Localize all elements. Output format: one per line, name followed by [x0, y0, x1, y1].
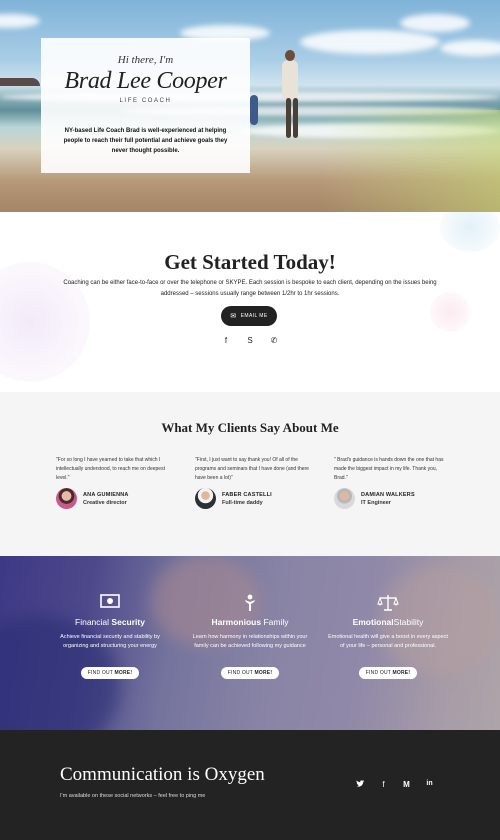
get-started-description: Coaching can be either face-to-face or o…	[63, 280, 437, 297]
title-text: What My	[161, 420, 215, 435]
testimonial-role: IT Engineer	[361, 500, 391, 506]
cloud	[0, 14, 40, 28]
money-icon	[48, 594, 172, 612]
footer-section: Communication is Oxygen I'm available on…	[0, 730, 500, 840]
testimonial-role: Full-time daddy	[222, 500, 263, 506]
testimonial-author: FABER CASTELLI Full-time daddy	[195, 488, 310, 510]
cloud	[400, 14, 470, 32]
testimonial-quote: "First, I just want to say thank you! Of…	[195, 457, 309, 481]
scales-icon-graphic	[377, 595, 399, 611]
linkedin-icon[interactable]: in	[425, 780, 434, 790]
child-figure	[250, 95, 258, 125]
value-title: EmotionalStability	[326, 617, 450, 627]
testimonial-quote: "For so long I have yearned to take that…	[56, 457, 165, 481]
avatar	[56, 488, 77, 509]
find-out-more-button[interactable]: FIND OUT MORE!	[220, 667, 280, 679]
value-card-emotional: EmotionalStability Emotional health will…	[326, 594, 450, 679]
title-bold-text: Clients	[217, 420, 257, 435]
testimonial-name: FABER CASTELLI	[222, 492, 272, 498]
facebook-icon[interactable]: f	[379, 780, 388, 790]
avatar	[195, 488, 216, 509]
cloud	[300, 30, 440, 54]
sand-tint	[320, 110, 500, 212]
value-title-text: Stability	[393, 617, 424, 627]
testimonial-name: DAMIAN WALKERS	[361, 492, 415, 498]
twitter-icon[interactable]	[356, 780, 365, 790]
button-bold-text: MORE!	[114, 670, 133, 676]
testimonials-title: What My Clients Say About Me	[0, 420, 500, 436]
testimonial-card: "First, I just want to say thank you! Of…	[195, 456, 310, 509]
family-icon-graphic	[245, 594, 255, 611]
facebook-icon[interactable]: f	[221, 336, 231, 348]
hero-role: LIFE COACH	[119, 98, 172, 104]
get-started-section: Get Started Today! Coaching can be eithe…	[0, 212, 500, 392]
person-figure	[282, 60, 298, 100]
footer-subtitle: I'm available on these social networks –…	[60, 793, 206, 799]
value-title-text: Financial	[75, 617, 110, 627]
value-description: Learn how harmony in relationships withi…	[192, 634, 308, 649]
person-figure	[293, 98, 298, 138]
find-out-more-button[interactable]: FIND OUT MORE!	[80, 667, 140, 679]
testimonial-role: Creative director	[83, 500, 127, 506]
decorative-blob	[440, 212, 500, 252]
title-bold-text: Today	[273, 250, 329, 274]
testimonial-author: ANA GUMIENNA Creative director	[56, 488, 171, 510]
skype-icon[interactable]: S	[245, 336, 255, 348]
whatsapp-icon[interactable]: ✆	[269, 336, 279, 348]
testimonial-author: DAMIAN WALKERS IT Engineer	[334, 488, 449, 510]
email-me-button[interactable]: ✉ EMAIL ME	[221, 306, 277, 326]
cloud	[440, 40, 500, 56]
money-icon-graphic	[100, 594, 120, 608]
contact-social-links: f S ✆	[0, 336, 500, 348]
headland	[0, 78, 40, 86]
scales-icon	[326, 594, 450, 612]
button-bold-text: MORE!	[254, 670, 273, 676]
value-card-family: Harmonious Family Learn how harmony in r…	[188, 594, 312, 679]
hero-card: Hi there, I'm Brad Lee Cooper LIFE COACH…	[41, 38, 250, 173]
get-started-title: Get Started Today!	[0, 250, 500, 275]
hero-greeting: Hi there, I'm	[117, 54, 174, 66]
value-card-financial: Financial Security Achieve financial sec…	[48, 594, 172, 679]
value-title-bold: Emotional	[352, 617, 394, 627]
title-end-text: Say About Me	[259, 420, 339, 435]
avatar	[334, 488, 355, 509]
family-icon	[188, 594, 312, 612]
value-title-bold: Harmonious	[211, 617, 262, 627]
envelope-icon: ✉	[230, 313, 237, 320]
testimonial-card: " Brad's guidance is hands down the one …	[334, 456, 449, 509]
value-title-text: Family	[263, 617, 289, 627]
testimonial-name: ANA GUMIENNA	[83, 492, 129, 498]
value-title: Harmonious Family	[188, 617, 312, 627]
hero-description: NY-based Life Coach Brad is well-experie…	[63, 128, 228, 154]
testimonial-card: "For so long I have yearned to take that…	[56, 456, 171, 509]
person-figure	[286, 98, 291, 138]
testimonial-quote: " Brad's guidance is hands down the one …	[334, 457, 444, 481]
medium-icon[interactable]: M	[402, 780, 411, 790]
find-out-more-button[interactable]: FIND OUT MORE!	[358, 667, 418, 679]
hero-name: Brad Lee Cooper	[64, 68, 227, 94]
twitter-icon-graphic	[356, 780, 365, 787]
button-text: FIND OUT	[227, 670, 253, 676]
button-text: FIND OUT	[87, 670, 113, 676]
button-bold-text: MORE!	[392, 670, 411, 676]
value-description: Emotional health will give a boost in ev…	[328, 634, 448, 649]
footer-title: Communication is Oxygen	[60, 764, 265, 785]
testimonials-section: What My Clients Say About Me "For so lon…	[0, 392, 500, 556]
title-text: Get Started	[164, 250, 269, 274]
value-description: Achieve financial security and stability…	[60, 634, 160, 649]
title-end-text: !	[328, 250, 336, 274]
email-button-label: EMAIL ME	[240, 313, 268, 319]
hero-section: Hi there, I'm Brad Lee Cooper LIFE COACH…	[0, 0, 500, 212]
person-figure	[285, 50, 295, 61]
value-title-bold: Security	[111, 617, 145, 627]
value-title: Financial Security	[48, 617, 172, 627]
values-section: Financial Security Achieve financial sec…	[0, 556, 500, 730]
footer-social-links: f M in	[356, 780, 434, 790]
button-text: FIND OUT	[365, 670, 391, 676]
